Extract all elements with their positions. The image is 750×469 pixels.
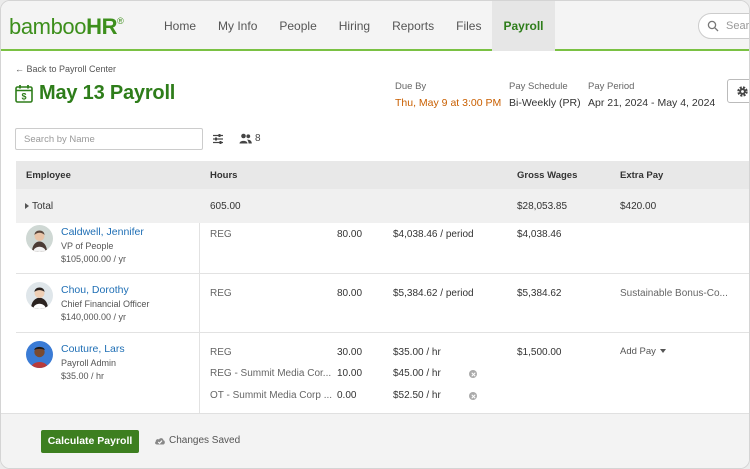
nav-my-info[interactable]: My Info <box>207 1 268 51</box>
settings-button[interactable] <box>727 79 749 103</box>
people-icon <box>239 133 252 144</box>
hours-value[interactable]: 30.00 <box>337 347 362 358</box>
table-row: Couture, Lars Payroll Admin $35.00 / hr … <box>16 333 749 413</box>
arrow-left-icon: ← <box>15 64 24 74</box>
total-label: Total <box>32 201 54 212</box>
employee-pay: $105,000.00 / yr <box>61 254 127 264</box>
pay-schedule-value: Bi-Weekly (PR) <box>509 97 581 109</box>
hours-value[interactable]: 80.00 <box>337 229 362 240</box>
svg-text:$: $ <box>21 92 26 102</box>
total-gross: $28,053.85 <box>517 201 568 212</box>
app-window: bambooHR® Home My Info People Hiring Rep… <box>0 0 750 469</box>
nav-payroll[interactable]: Payroll <box>492 1 555 51</box>
header-hours: Hours <box>210 170 238 181</box>
add-pay-label: Add Pay <box>620 346 656 357</box>
table-row: Chou, Dorothy Chief Financial Officer $1… <box>16 274 749 333</box>
employee-name-link[interactable]: Caldwell, Jennifer <box>61 226 144 238</box>
calendar-dollar-icon: $ <box>15 85 33 103</box>
column-divider <box>199 223 200 274</box>
total-extra: $420.00 <box>620 201 657 212</box>
pay-period-value: Apr 21, 2024 - May 4, 2024 <box>588 97 716 109</box>
hours-value[interactable]: 80.00 <box>337 288 362 299</box>
gross-wages: $1,500.00 <box>517 347 562 358</box>
pay-type: REG <box>210 347 232 358</box>
pay-type: REG - Summit Media Cor... <box>210 368 332 379</box>
extra-pay-item[interactable]: Sustainable Bonus-Co... <box>620 288 728 299</box>
search-icon <box>707 20 719 32</box>
pay-period-label: Pay Period <box>588 81 635 92</box>
table-row: Caldwell, Jennifer VP of People $105,000… <box>16 223 749 274</box>
global-search-placeholder: Search <box>726 20 750 32</box>
save-status: Changes Saved <box>154 435 240 446</box>
employee-name-link[interactable]: Chou, Dorothy <box>61 284 129 296</box>
nav-people[interactable]: People <box>268 1 327 51</box>
column-divider <box>199 333 200 413</box>
pay-schedule-label: Pay Schedule <box>509 81 568 92</box>
pay-type: REG <box>210 288 232 299</box>
employee-name-link[interactable]: Couture, Lars <box>61 343 125 355</box>
pay-type: OT - Summit Media Corp ... <box>210 390 333 401</box>
due-by: Due By Thu, May 9 at 3:00 PM <box>395 81 501 109</box>
back-to-payroll-center-link[interactable]: ← Back to Payroll Center <box>15 64 116 74</box>
pay-type: REG <box>210 229 232 240</box>
pay-rate: $4,038.46 / period <box>393 229 474 240</box>
nav-home[interactable]: Home <box>153 1 207 51</box>
save-status-label: Changes Saved <box>169 435 241 446</box>
due-by-label: Due By <box>395 81 427 92</box>
back-link-label: Back to Payroll Center <box>26 64 117 74</box>
header-gross-wages: Gross Wages <box>517 170 578 181</box>
main-nav: Home My Info People Hiring Reports Files… <box>153 1 555 51</box>
pay-period: Pay Period Apr 21, 2024 - May 4, 2024 <box>588 81 715 109</box>
page-title: $ May 13 Payroll <box>15 82 175 105</box>
pay-rate: $5,384.62 / period <box>393 288 474 299</box>
employee-title: Chief Financial Officer <box>61 299 150 309</box>
avatar <box>26 341 53 368</box>
gross-wages: $5,384.62 <box>517 288 562 299</box>
top-nav: bambooHR® Home My Info People Hiring Rep… <box>1 1 750 51</box>
avatar <box>26 225 53 252</box>
filter-sliders-icon[interactable] <box>212 133 224 145</box>
header-employee: Employee <box>26 170 71 181</box>
caret-down-icon <box>659 349 666 354</box>
employee-title: Payroll Admin <box>61 358 117 368</box>
total-row[interactable]: Total 605.00 $28,053.85 $420.00 <box>16 189 749 223</box>
bamboohr-logo[interactable]: bambooHR® <box>9 14 124 40</box>
total-hours: 605.00 <box>210 201 241 212</box>
footer-bar: Calculate Payroll Changes Saved <box>1 413 749 468</box>
remove-line-icon[interactable] <box>469 370 477 378</box>
gear-icon <box>737 86 748 97</box>
due-by-value: Thu, May 9 at 3:00 PM <box>395 97 502 109</box>
pay-rate: $52.50 / hr <box>393 390 441 401</box>
header-extra-pay: Extra Pay <box>620 170 664 181</box>
hours-value[interactable]: 10.00 <box>337 368 362 379</box>
nav-files[interactable]: Files <box>445 1 492 51</box>
table-header: Employee Hours Gross Wages Extra Pay <box>16 161 749 189</box>
avatar <box>26 282 53 309</box>
gross-wages: $4,038.46 <box>517 229 562 240</box>
employee-pay: $35.00 / hr <box>61 371 105 381</box>
hours-value[interactable]: 0.00 <box>337 390 356 401</box>
remove-line-icon[interactable] <box>469 392 477 400</box>
pay-rate: $45.00 / hr <box>393 368 441 379</box>
pay-schedule: Pay Schedule Bi-Weekly (PR) <box>509 81 581 109</box>
calculate-payroll-button[interactable]: Calculate Payroll <box>41 430 139 453</box>
global-search-input[interactable]: Search <box>698 13 750 39</box>
payroll-title: May 13 Payroll <box>39 82 176 104</box>
expand-caret-icon[interactable] <box>25 203 29 209</box>
add-pay-dropdown[interactable]: Add Pay <box>620 346 666 357</box>
employee-title: VP of People <box>61 241 114 251</box>
nav-reports[interactable]: Reports <box>381 1 445 51</box>
nav-hiring[interactable]: Hiring <box>328 1 381 51</box>
column-divider <box>199 274 200 333</box>
employee-count: 8 <box>255 133 261 144</box>
pay-rate: $35.00 / hr <box>393 347 441 358</box>
employee-search-input[interactable]: Search by Name <box>15 128 203 150</box>
saved-check-icon <box>155 438 165 445</box>
employee-pay: $140,000.00 / yr <box>61 312 127 322</box>
